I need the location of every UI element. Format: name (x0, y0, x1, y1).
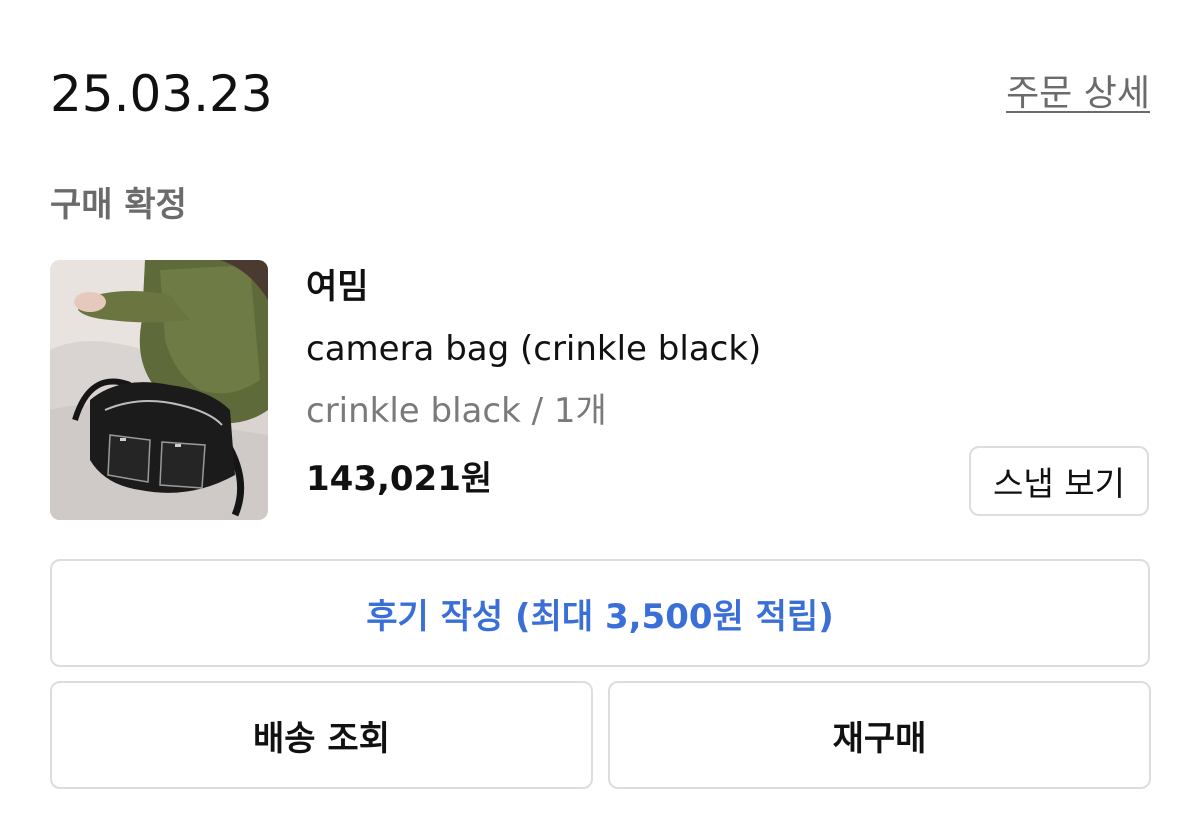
delivery-tracking-button[interactable]: 배송 조회 (50, 681, 593, 789)
write-review-button[interactable]: 후기 작성 (최대 3,500원 적립) (50, 559, 1150, 667)
order-date: 25.03.23 (50, 65, 273, 123)
product-thumbnail[interactable] (50, 260, 268, 520)
brand-name: 여밈 (306, 267, 369, 307)
order-detail-link[interactable]: 주문 상세 (1006, 70, 1150, 118)
product-price: 143,021원 (306, 459, 493, 499)
snap-view-button[interactable]: 스냅 보기 (969, 446, 1149, 516)
order-status: 구매 확정 (50, 185, 187, 225)
product-name[interactable]: camera bag (crinkle black) (306, 326, 761, 372)
product-option: crinkle black / 1개 (306, 391, 607, 431)
product-photo-bag (50, 260, 268, 520)
rebuy-button[interactable]: 재구매 (608, 681, 1151, 789)
